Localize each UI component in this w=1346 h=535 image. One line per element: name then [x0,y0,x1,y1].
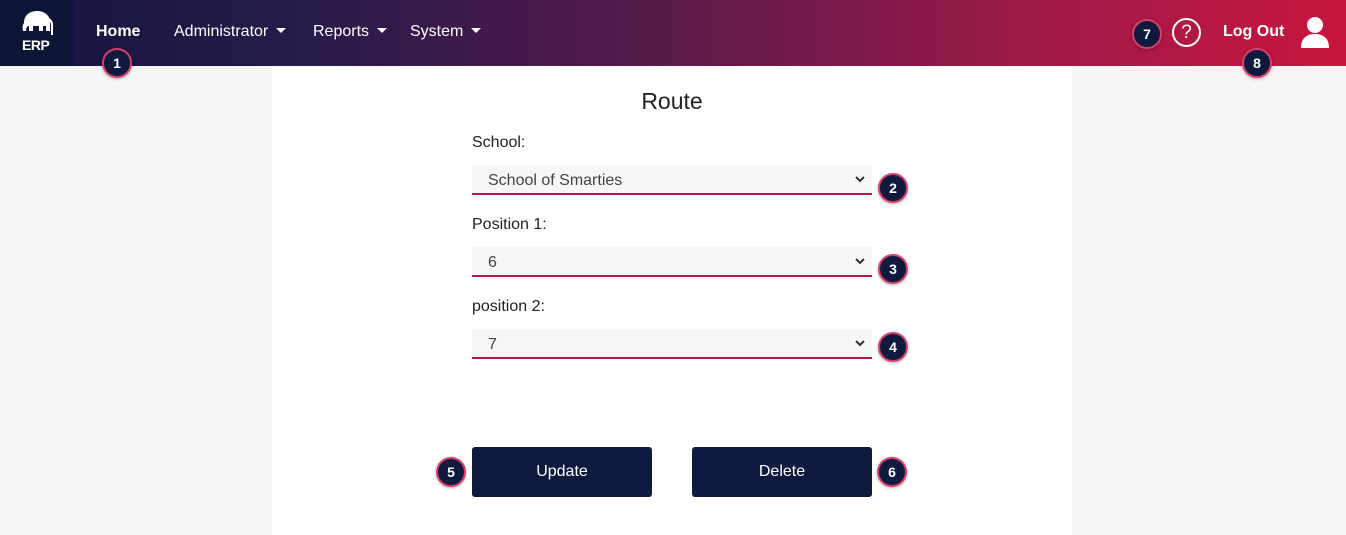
position2-select-value: 7 [488,336,497,353]
chevron-down-icon [855,340,865,347]
position1-select-value: 6 [488,254,497,271]
logo-text: ERP [22,37,50,53]
chevron-down-icon [855,176,865,183]
logout-button[interactable]: Log Out [1223,23,1284,41]
position1-select[interactable]: 6 [472,247,872,277]
annotation-marker: 5 [436,457,466,487]
update-button[interactable]: Update [472,447,652,497]
erp-logo[interactable]: ERP [0,0,73,66]
page-title: Route [641,88,703,114]
school-label: School: [472,134,526,151]
annotation-marker: 7 [1132,19,1162,49]
nav-home-link[interactable]: Home [96,23,140,41]
question-circle-icon[interactable]: ? [1172,18,1201,47]
annotation-marker: 6 [877,457,907,487]
nav-administrator-dropdown[interactable]: Administrator [174,23,287,41]
nav-system-label: System [410,23,464,40]
school-select[interactable]: School of Smarties [472,165,872,195]
position2-select[interactable]: 7 [472,329,872,359]
annotation-marker: 3 [878,254,908,284]
annotation-marker: 8 [1242,48,1272,78]
annotation-marker: 1 [102,48,132,78]
nav-system-dropdown[interactable]: System [410,23,482,41]
caret-down-icon [276,28,287,33]
elephant-logo-icon [22,11,53,35]
nav-reports-label: Reports [313,23,370,40]
school-select-value: School of Smarties [488,172,623,189]
caret-down-icon [377,28,388,33]
user-icon[interactable] [1300,16,1330,48]
annotation-marker: 4 [878,332,908,362]
nav-reports-dropdown[interactable]: Reports [313,23,388,41]
position1-label: Position 1: [472,216,547,233]
annotation-marker: 2 [878,173,908,203]
nav-administrator-label: Administrator [174,23,269,40]
delete-button[interactable]: Delete [692,447,872,497]
chevron-down-icon [855,258,865,265]
route-form-panel: Route School: School of Smarties Positio… [272,66,1072,535]
position2-label: position 2: [472,298,545,315]
caret-down-icon [471,28,482,33]
